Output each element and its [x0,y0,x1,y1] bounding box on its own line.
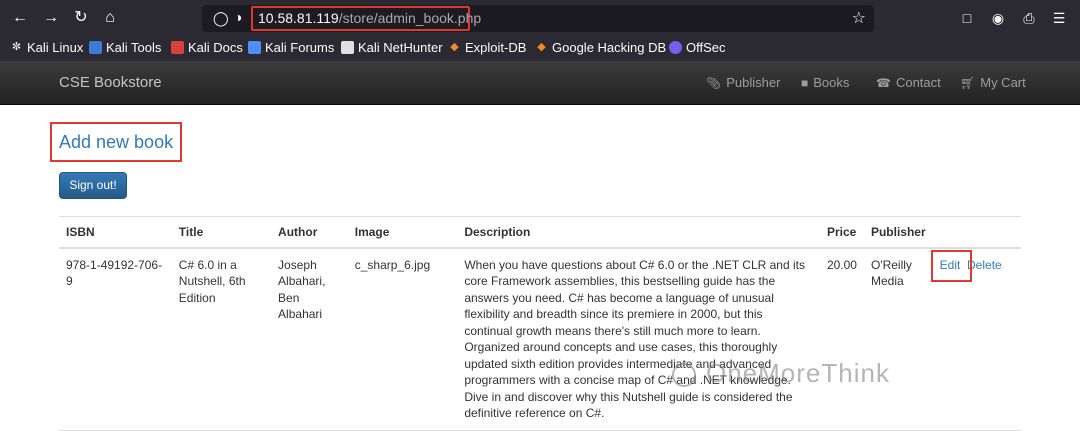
bookmark-label: Google Hacking DB [552,40,667,55]
cart-icon: 🛒︎ [960,76,976,90]
pocket-icon[interactable]: □ [957,8,977,28]
kali-tools-icon [89,41,102,54]
kali-docs-icon [171,41,184,54]
edit-wrapper: Edit [930,249,972,282]
book-icon: ■ [801,76,809,90]
exploit-db-icon: ◆ [450,41,459,53]
header-author: Author [271,216,348,249]
sign-out-button[interactable]: Sign out! [59,172,127,199]
nav-books[interactable]: ■ Books [801,75,849,90]
url-host: 10.58.81.119 [258,10,339,26]
bookmark-offsec[interactable]: OffSec [669,40,726,55]
reload-icon[interactable]: ↻ [71,8,91,28]
nav-contact[interactable]: ☎ Contact [876,75,941,90]
nav-publisher[interactable]: 📎︎ Publisher [706,75,780,90]
home-icon[interactable]: ⌂ [100,8,120,28]
delete-link[interactable]: Delete [967,258,1002,272]
nav-label: Publisher [726,75,781,90]
shield-icon[interactable]: ◯ [213,10,229,27]
account-icon[interactable]: ◉ [988,8,1008,28]
url-bar[interactable]: ◯ ◑ 10.58.81.119/store/admin_book.php ☆ [202,5,874,32]
site-navbar: CSE Bookstore 📎︎ Publisher ■ Books ☎ Contac… [0,61,1080,105]
bookmark-label: OffSec [686,40,726,55]
bookmark-star-icon[interactable]: ☆ [852,8,866,28]
bookmark-label: Exploit-DB [465,40,527,55]
header-isbn: ISBN [59,216,172,249]
kali-forums-icon [248,41,261,54]
header-description: Description [457,216,820,249]
nav-label: Books [813,75,850,90]
cell-title: C# 6.0 in a Nutshell, 6th Edition [171,247,272,431]
phone-icon: ☎ [876,76,891,90]
bookmark-kali-tools[interactable]: Kali Tools [89,40,161,55]
edit-highlight-box [930,249,972,282]
bookmark-label: Kali Tools [106,40,162,55]
header-publisher: Publisher [863,216,933,249]
header-actions [932,216,1021,249]
site-brand[interactable]: CSE Bookstore [59,74,162,91]
bookmark-kali-nethunter[interactable]: Kali NetHunter [341,40,443,55]
url-text[interactable]: 10.58.81.119/store/admin_book.php [258,10,481,26]
extensions-icon[interactable]: ⎙ [1019,8,1039,28]
header-title: Title [171,216,272,249]
nav-my-cart[interactable]: 🛒︎ My Cart [960,75,1026,90]
cell-isbn: 978-1-49192-706-9 [59,247,172,431]
forward-arrow-icon[interactable]: → [41,8,61,28]
table-row: 978-1-49192-706-9 C# 6.0 in a Nutshell, … [59,247,1021,431]
cell-image: c_sharp_6.jpg [347,247,458,431]
add-new-book-link[interactable]: Add new book [59,132,173,153]
lock-icon[interactable]: ◑ [234,9,242,25]
cell-description: When you have questions about C# 6.0 or … [457,247,820,431]
bookmark-kali-forums[interactable]: Kali Forums [248,40,334,55]
kali-dragon-icon: ✼ [11,41,22,53]
cell-price: 20.00 [819,247,864,431]
ghdb-icon: ◆ [537,41,546,53]
cell-author: Joseph Albahari, Ben Albahari [271,247,348,431]
cell-publisher: O'Reilly Media [863,247,933,431]
header-price: Price [819,216,864,249]
nav-label: My Cart [980,75,1026,90]
bookmark-google-hacking-db[interactable]: ◆ Google Hacking DB [535,40,666,55]
table-header-row: ISBN Title Author Image Description Pric… [59,216,1021,249]
bookmark-label: Kali Forums [265,40,335,55]
bookmark-kali-docs[interactable]: Kali Docs [171,40,243,55]
offsec-icon [669,41,682,54]
bookmark-label: Kali Linux [27,40,84,55]
nethunter-icon [341,41,354,54]
header-image: Image [347,216,458,249]
bookmark-label: Kali NetHunter [358,40,443,55]
browser-toolbar: ← → ↻ ⌂ ◯ ◑ 10.58.81.119/store/admin_boo… [0,0,1080,36]
cell-actions: Edit Delete [930,247,1021,431]
bookmark-label: Kali Docs [188,40,243,55]
books-table: ISBN Title Author Image Description Pric… [59,216,1021,431]
url-path: /store/admin_book.php [338,10,482,26]
watermark-text: OneMoreThink [706,358,890,388]
nav-label: Contact [895,75,941,90]
bookmark-exploit-db[interactable]: ◆ Exploit-DB [448,40,526,55]
watermark: OneMoreThink [672,358,890,389]
paperclip-icon: 📎︎ [706,76,722,90]
bookmarks-bar: ✼ Kali Linux Kali Tools Kali Docs Kali Fo… [0,36,1080,61]
bookmark-kali-linux[interactable]: ✼ Kali Linux [10,40,83,55]
menu-icon[interactable]: ☰ [1049,8,1069,28]
watermark-logo-icon [672,363,696,388]
back-arrow-icon[interactable]: ← [10,8,30,28]
